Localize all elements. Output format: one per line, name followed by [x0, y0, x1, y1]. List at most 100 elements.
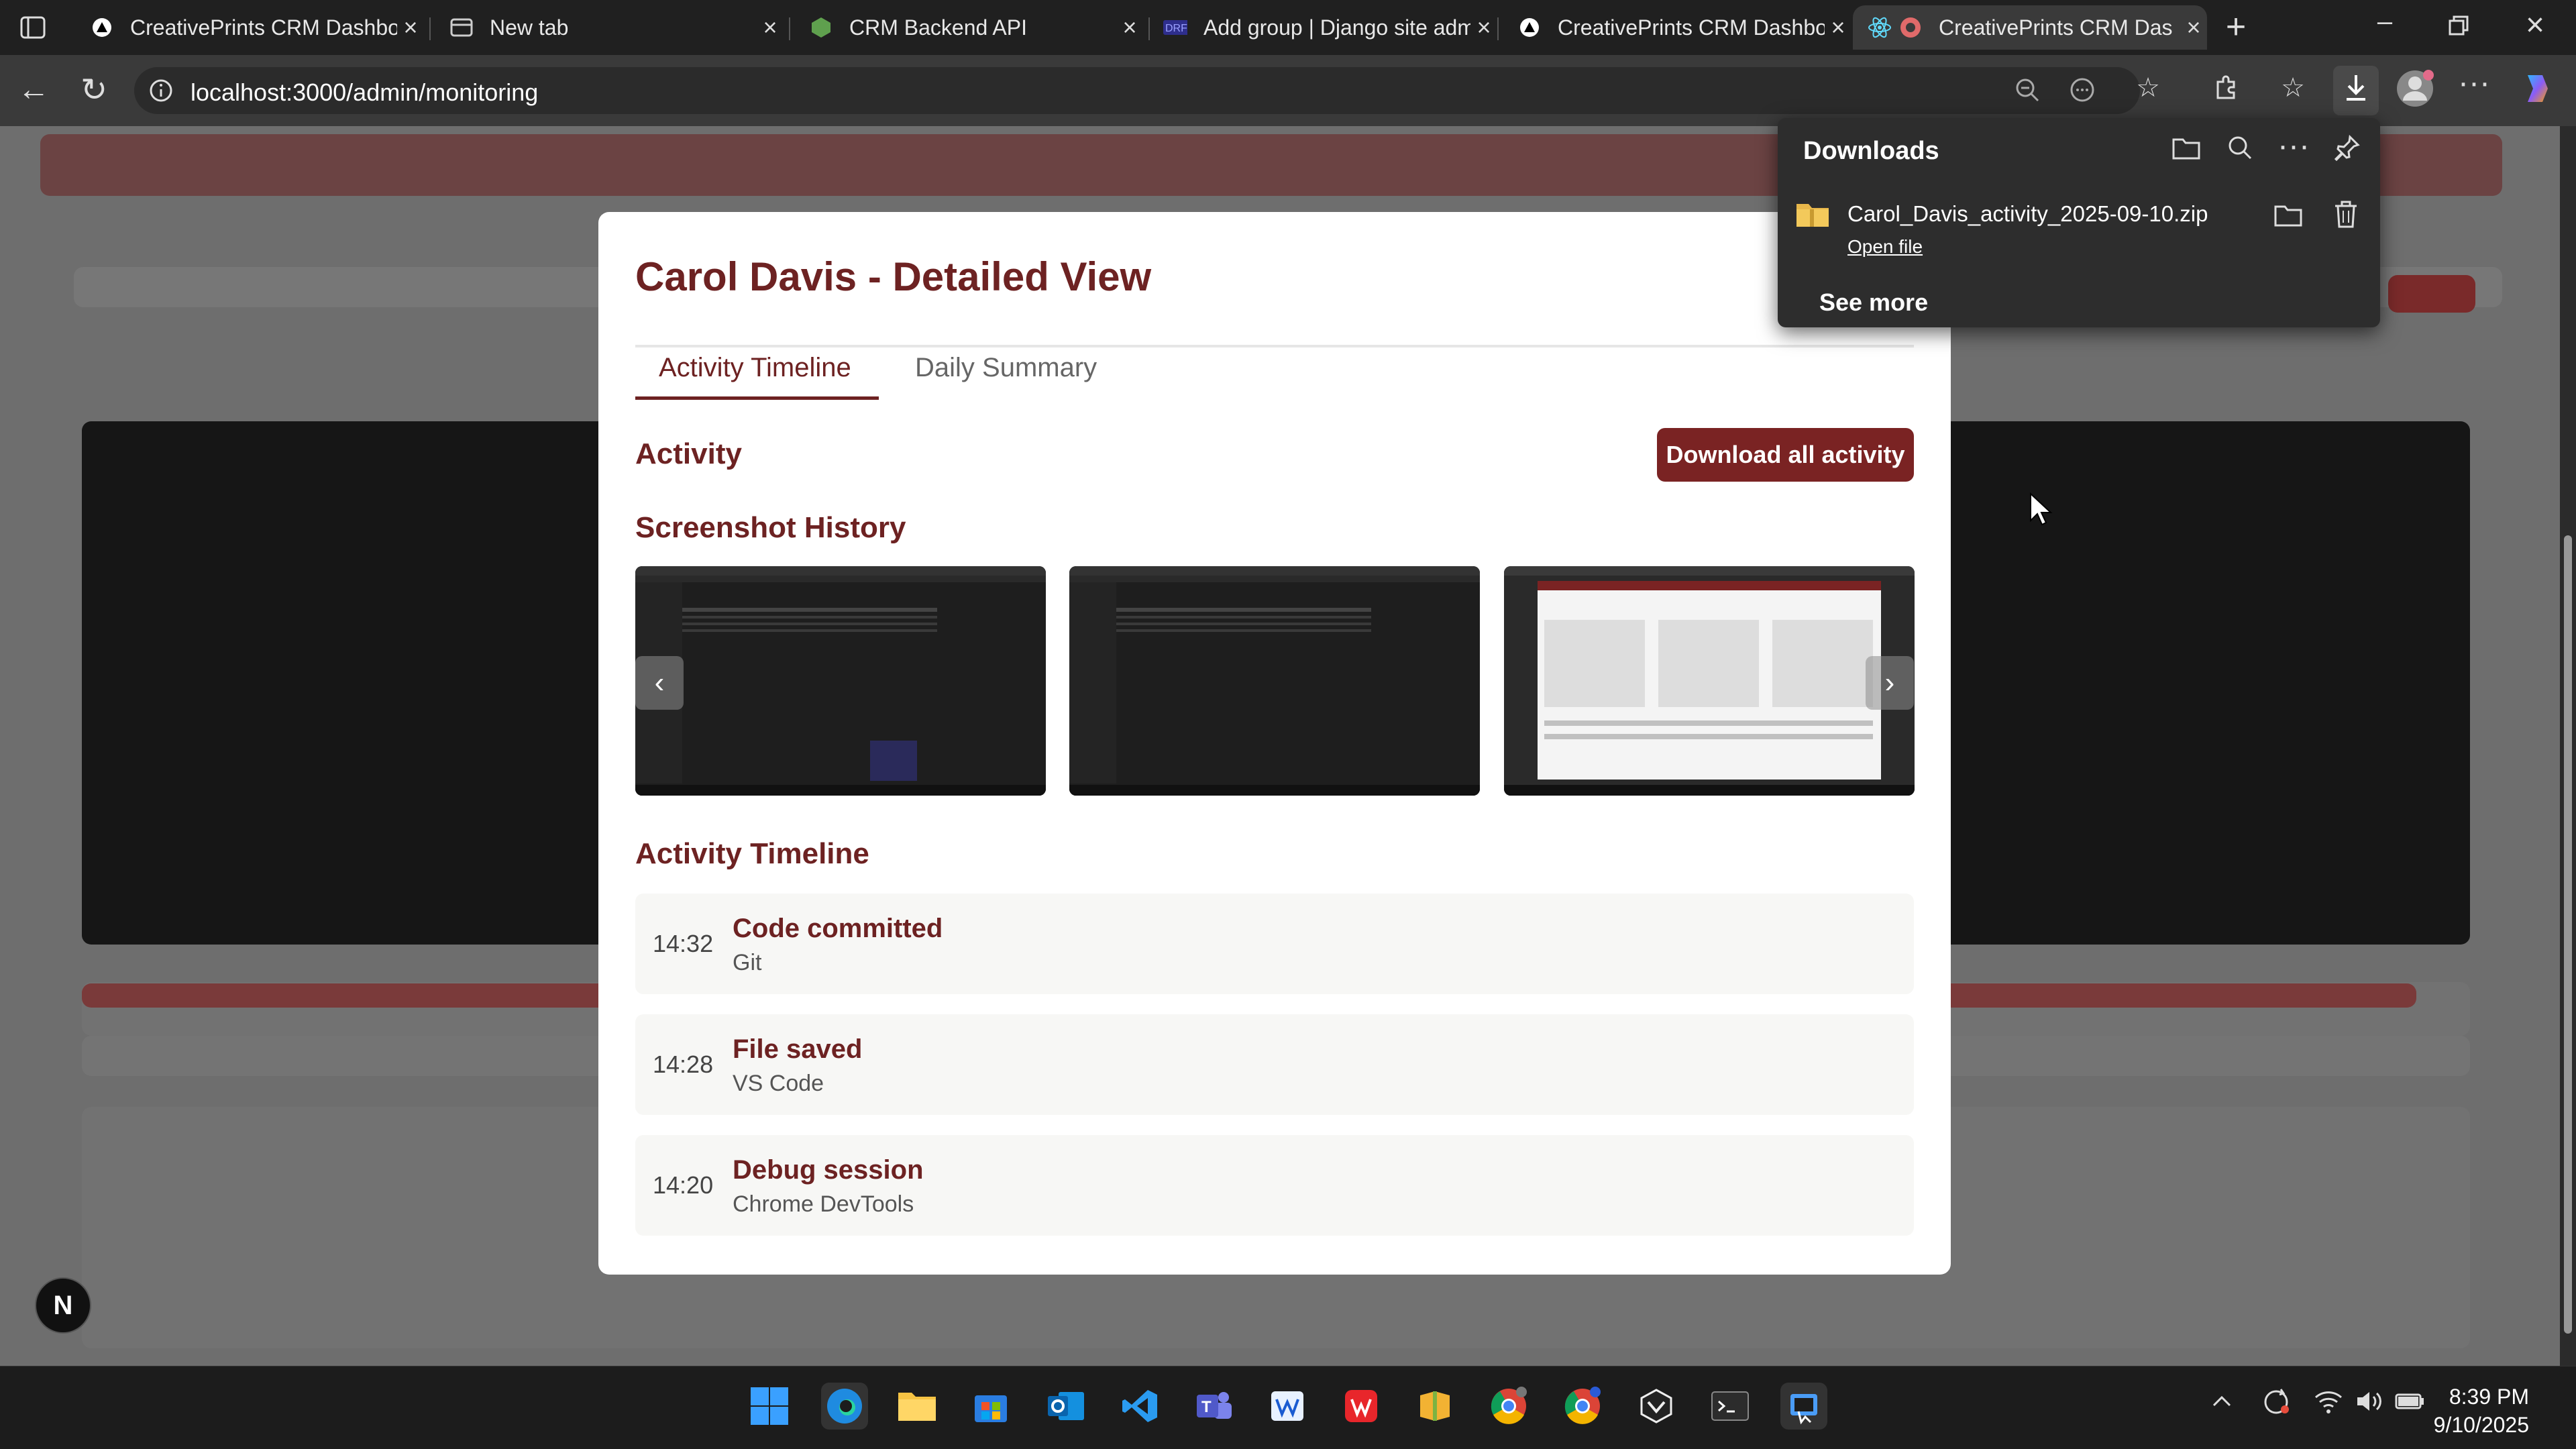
node-icon [809, 15, 833, 40]
screenshot-preview-2 [1069, 566, 1480, 796]
timeline-title: File saved [733, 1034, 863, 1064]
close-icon[interactable]: × [1470, 13, 1497, 42]
outlook-icon[interactable] [1042, 1383, 1089, 1430]
tab-actions-icon[interactable] [17, 12, 48, 43]
vscode-icon[interactable] [1116, 1383, 1163, 1430]
close-window-icon[interactable]: × [2518, 7, 2552, 44]
tab-activity-timeline[interactable]: Activity Timeline [659, 353, 851, 383]
show-in-folder-icon[interactable] [2271, 201, 2305, 235]
tab-crm-dashboard-1[interactable]: CreativePrints CRM Dashboard × [75, 5, 424, 50]
timeline-title: Debug session [733, 1155, 924, 1185]
downloads-icon[interactable] [2333, 66, 2379, 115]
svg-text:T: T [1201, 1398, 1212, 1416]
tab-crm-dashboard-active[interactable]: CreativePrints CRM Das × [1853, 5, 2207, 50]
chevron-up-icon[interactable] [2207, 1388, 2237, 1421]
favorite-star-icon[interactable]: ☆ [2133, 72, 2163, 103]
reader-icon[interactable] [2068, 76, 2097, 110]
folder-app-icon[interactable] [1411, 1383, 1458, 1430]
restore-icon[interactable] [2442, 13, 2475, 44]
activity-timeline-heading: Activity Timeline [635, 837, 869, 870]
search-icon[interactable] [2223, 134, 2257, 168]
newtab-icon [449, 15, 474, 40]
tab-title: CreativePrints CRM Das [1939, 15, 2173, 40]
carousel-prev-button[interactable]: ‹ [635, 656, 684, 710]
more-options-icon[interactable]: ··· [2275, 127, 2312, 164]
close-icon[interactable]: × [1116, 13, 1143, 42]
chrome-icon[interactable] [1485, 1383, 1532, 1430]
tab-title: Add group | Django site admin [1203, 15, 1470, 40]
close-icon[interactable]: × [1825, 13, 1851, 42]
file-explorer-icon[interactable] [894, 1383, 941, 1430]
download-file-name[interactable]: Carol_Davis_activity_2025-09-10.zip [1847, 201, 2208, 227]
new-tab-icon[interactable]: + [2219, 7, 2253, 47]
zoom-out-icon[interactable] [2012, 76, 2042, 110]
tab-title: CreativePrints CRM Dashboard [1558, 15, 1825, 40]
volume-icon[interactable] [2353, 1388, 2387, 1421]
info-icon[interactable] [149, 78, 173, 109]
edge-browser-icon[interactable] [821, 1383, 868, 1430]
app-icon[interactable] [1633, 1383, 1680, 1430]
open-folder-icon[interactable] [2169, 134, 2203, 168]
tab-crm-dashboard-2[interactable]: CreativePrints CRM Dashboard × [1503, 5, 1851, 50]
page-scrollbar[interactable] [2560, 126, 2576, 1366]
screenshot-thumbnail-2[interactable] [1069, 566, 1480, 796]
screenshot-thumbnail-3[interactable] [1504, 566, 1915, 796]
screenshot-preview-3 [1504, 566, 1915, 796]
tab-divider [635, 345, 1914, 347]
screenshot-preview-1 [635, 566, 1046, 796]
activity-heading: Activity [635, 437, 742, 470]
extensions-icon[interactable] [2208, 72, 2246, 109]
pin-icon[interactable] [2330, 134, 2364, 168]
more-menu-icon[interactable]: ··· [2455, 64, 2493, 101]
back-icon[interactable]: ← [15, 71, 52, 108]
downloads-title: Downloads [1803, 137, 1939, 165]
snipping-tool-icon[interactable] [1780, 1383, 1827, 1430]
timeline-title: Code committed [733, 914, 943, 943]
battery-icon[interactable] [2394, 1388, 2427, 1421]
tab-django-admin[interactable]: DRF Add group | Django site admin × [1148, 5, 1497, 50]
teams-icon[interactable]: T [1190, 1383, 1237, 1430]
tab-new-tab[interactable]: New tab × [435, 5, 784, 50]
scrollbar-thumb[interactable] [2564, 535, 2572, 1334]
close-icon[interactable]: × [757, 13, 784, 42]
tab-title: New tab [490, 15, 569, 40]
microsoft-store-icon[interactable] [967, 1383, 1014, 1430]
tab-title: CRM Backend API [849, 15, 1027, 40]
system-clock[interactable]: 8:39 PM 9/10/2025 [2434, 1383, 2529, 1439]
sync-icon[interactable] [2259, 1387, 2293, 1424]
delete-icon[interactable] [2329, 200, 2363, 236]
refresh-icon[interactable]: ↻ [75, 71, 113, 109]
timeline-time: 14:32 [653, 930, 714, 957]
profile-avatar-icon[interactable] [2395, 68, 2435, 115]
close-icon[interactable]: × [397, 13, 424, 42]
address-bar[interactable]: localhost:3000/admin/monitoring ☆ [134, 67, 2160, 114]
open-file-link[interactable]: Open file [1847, 236, 1923, 258]
screenshot-thumbnail-1[interactable] [635, 566, 1046, 796]
screenshot-history-heading: Screenshot History [635, 511, 906, 544]
tab-daily-summary[interactable]: Daily Summary [915, 353, 1097, 383]
tab-crm-backend-api[interactable]: CRM Backend API × [794, 5, 1143, 50]
triangle-icon [1517, 15, 1542, 40]
close-icon[interactable]: × [2180, 13, 2207, 42]
django-icon: DRF [1163, 15, 1187, 40]
nextjs-dev-button[interactable]: N [35, 1277, 91, 1334]
windows-start-icon[interactable] [746, 1383, 793, 1430]
timeline-time: 14:20 [653, 1171, 714, 1199]
timeline-app: VS Code [733, 1071, 824, 1096]
download-all-activity-button[interactable]: Download all activity [1657, 428, 1914, 482]
timeline-item: 14:28 File saved VS Code [635, 1014, 1914, 1115]
favorites-icon[interactable]: ☆ [2274, 72, 2312, 103]
chrome-profile-icon[interactable] [1559, 1383, 1606, 1430]
wifi-icon[interactable] [2312, 1388, 2345, 1421]
see-more-link[interactable]: See more [1819, 288, 1928, 317]
terminal-icon[interactable] [1707, 1383, 1754, 1430]
minimize-icon[interactable]: – [2368, 7, 2402, 37]
windows-taskbar: T 8:39 PM 9/10/2025 [0, 1366, 2576, 1449]
carousel-next-button[interactable]: › [1866, 656, 1914, 710]
triangle-icon [90, 15, 114, 40]
timeline-app: Git [733, 950, 762, 975]
svg-text:DRF: DRF [1165, 23, 1187, 34]
whiteboard-icon[interactable] [1264, 1383, 1311, 1430]
wps-office-icon[interactable] [1338, 1383, 1385, 1430]
copilot-icon[interactable] [2517, 70, 2557, 114]
